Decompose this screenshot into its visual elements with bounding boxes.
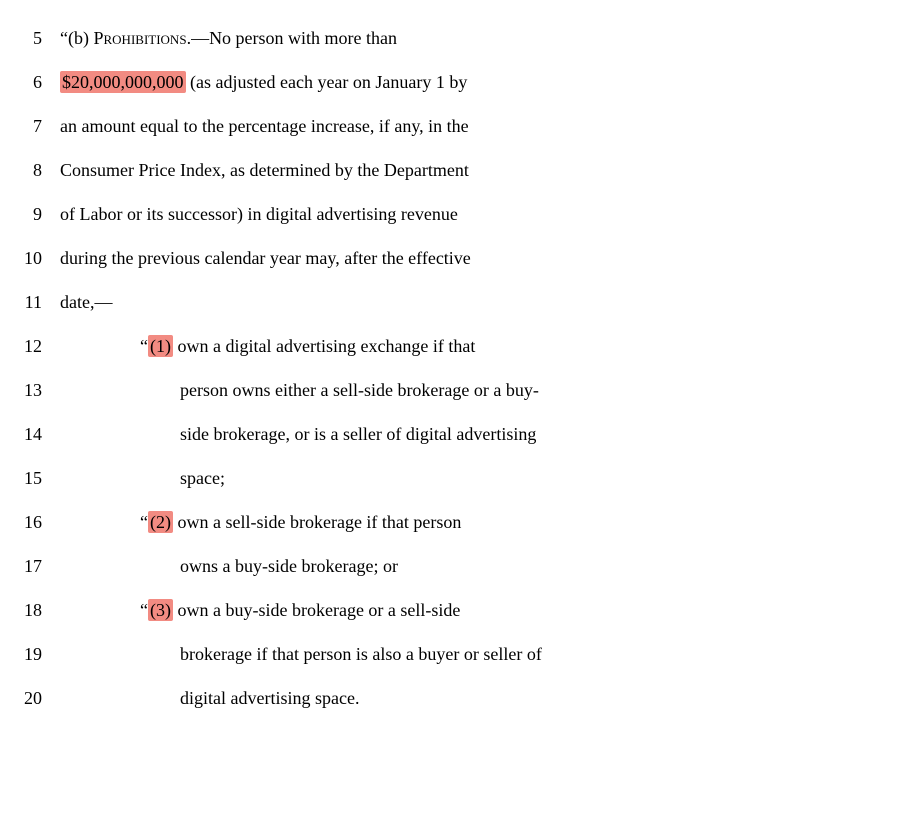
document-lines: 5 “(b) Prohibitions.—No person with more…: [0, 20, 921, 724]
line-number-11: 11: [0, 292, 60, 313]
line-20: 20 digital advertising space.: [0, 680, 921, 724]
line-14: 14 side brokerage, or is a seller of dig…: [0, 416, 921, 460]
line-number-9: 9: [0, 204, 60, 225]
line-content-12: “(1) own a digital advertising exchange …: [60, 332, 921, 361]
line-15: 15 space;: [0, 460, 921, 504]
line-content-10: during the previous calendar year may, a…: [60, 244, 921, 273]
line-number-16: 16: [0, 512, 60, 533]
line-content-17: owns a buy-side brokerage; or: [60, 552, 921, 581]
line-content-19: brokerage if that person is also a buyer…: [60, 640, 921, 669]
line-10: 10 during the previous calendar year may…: [0, 240, 921, 284]
highlight-item-3: (3): [148, 599, 173, 621]
line-17: 17 owns a buy-side brokerage; or: [0, 548, 921, 592]
line-content-15: space;: [60, 464, 921, 493]
line-number-18: 18: [0, 600, 60, 621]
line-content-11: date,—: [60, 288, 921, 317]
line-content-13: person owns either a sell-side brokerage…: [60, 376, 921, 405]
line-number-5: 5: [0, 28, 60, 49]
highlight-item-1: (1): [148, 335, 173, 357]
line-content-8: Consumer Price Index, as determined by t…: [60, 156, 921, 185]
line-number-14: 14: [0, 424, 60, 445]
line-16: 16 “(2) own a sell-side brokerage if tha…: [0, 504, 921, 548]
line-12: 12 “(1) own a digital advertising exchan…: [0, 328, 921, 372]
line-number-7: 7: [0, 116, 60, 137]
line-content-9: of Labor or its successor) in digital ad…: [60, 200, 921, 229]
line-9: 9 of Labor or its successor) in digital …: [0, 196, 921, 240]
line-content-6: $20,000,000,000 (as adjusted each year o…: [60, 68, 921, 97]
line-19: 19 brokerage if that person is also a bu…: [0, 636, 921, 680]
highlight-item-2: (2): [148, 511, 173, 533]
line-5: 5 “(b) Prohibitions.—No person with more…: [0, 20, 921, 64]
line-number-12: 12: [0, 336, 60, 357]
line-content-7: an amount equal to the percentage increa…: [60, 112, 921, 141]
line-content-16: “(2) own a sell-side brokerage if that p…: [60, 508, 921, 537]
line-number-17: 17: [0, 556, 60, 577]
line-content-18: “(3) own a buy-side brokerage or a sell-…: [60, 596, 921, 625]
line-13: 13 person owns either a sell-side broker…: [0, 372, 921, 416]
line-18: 18 “(3) own a buy-side brokerage or a se…: [0, 592, 921, 636]
line-11: 11 date,—: [0, 284, 921, 328]
line-number-10: 10: [0, 248, 60, 269]
line-8: 8 Consumer Price Index, as determined by…: [0, 152, 921, 196]
line-number-15: 15: [0, 468, 60, 489]
line-number-8: 8: [0, 160, 60, 181]
line-content-14: side brokerage, or is a seller of digita…: [60, 420, 921, 449]
line-6: 6 $20,000,000,000 (as adjusted each year…: [0, 64, 921, 108]
line-number-6: 6: [0, 72, 60, 93]
line-number-20: 20: [0, 688, 60, 709]
line-content-20: digital advertising space.: [60, 684, 921, 713]
highlight-amount: $20,000,000,000: [60, 71, 186, 93]
line-7: 7 an amount equal to the percentage incr…: [0, 108, 921, 152]
line-number-19: 19: [0, 644, 60, 665]
line-content-5: “(b) Prohibitions.—No person with more t…: [60, 24, 921, 53]
line-number-13: 13: [0, 380, 60, 401]
